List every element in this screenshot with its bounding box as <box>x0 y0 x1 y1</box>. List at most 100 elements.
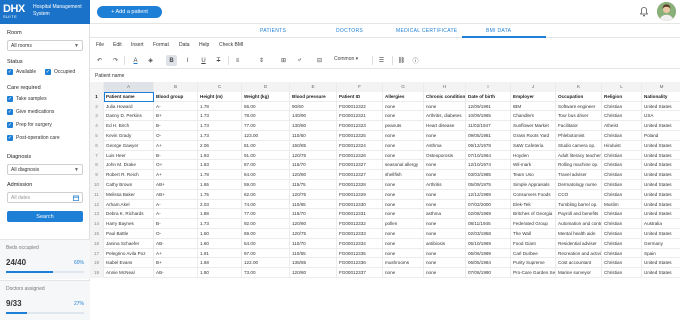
table-cell[interactable]: Sunflower Market <box>511 121 556 131</box>
table-cell[interactable]: 09/05/1981 <box>466 131 511 141</box>
table-cell[interactable]: Chandlers <box>511 111 556 122</box>
align-left-icon[interactable]: ≡ <box>232 55 243 66</box>
column-header[interactable]: Height (m) <box>198 91 242 102</box>
table-cell[interactable]: Arthritis, diabetes <box>424 111 466 122</box>
menu-data[interactable]: Data <box>179 42 190 48</box>
table-cell[interactable]: Purity Supreme <box>511 258 556 269</box>
table-cell[interactable]: Ed H. Birch <box>104 121 154 131</box>
spreadsheet-grid[interactable]: A B C D E F G H I J K L M 1 Patient name Blood group Hei… <box>90 82 680 320</box>
table-cell[interactable]: 62.00 <box>242 189 290 200</box>
table-cell[interactable]: FG00012327 <box>337 160 383 171</box>
column-header[interactable]: Blood group <box>154 91 198 102</box>
table-cell[interactable]: A+ <box>154 248 198 259</box>
table-cell[interactable]: A- <box>154 209 198 220</box>
select-all-corner[interactable] <box>90 82 104 92</box>
table-cell[interactable]: United States <box>642 160 680 170</box>
merge-cells-icon[interactable]: ⊞ <box>278 55 289 66</box>
column-header[interactable]: Chronic condition <box>424 91 466 102</box>
row-number[interactable]: 4 <box>90 121 104 131</box>
column-header[interactable]: Occupation <box>556 91 602 102</box>
status-occupied-checkbox[interactable]: ✓ Occupied <box>45 69 75 75</box>
table-cell[interactable]: Pro-Care Garden Services <box>511 268 556 278</box>
table-cell[interactable]: 1.88 <box>198 209 242 220</box>
table-cell[interactable]: 07/10/1964 <box>466 150 511 161</box>
table-cell[interactable]: CCO <box>556 189 602 200</box>
table-cell[interactable]: Spain <box>642 249 680 259</box>
table-cell[interactable]: Christian <box>602 219 642 229</box>
fill-color-icon[interactable]: ◈ <box>145 55 156 66</box>
table-cell[interactable]: AB- <box>154 268 198 278</box>
care-checkbox[interactable]: ✓ Post-operation care <box>7 135 60 141</box>
table-cell[interactable]: Debra K. Richards <box>104 209 154 220</box>
column-header[interactable]: Nationality <box>642 92 680 102</box>
table-cell[interactable]: asthma <box>424 209 466 220</box>
table-cell[interactable]: Germany <box>642 239 680 249</box>
table-cell[interactable]: B+ <box>154 111 198 122</box>
table-cell[interactable]: United States <box>642 200 680 210</box>
format-icon[interactable]: ⊟ <box>314 55 325 66</box>
table-cell[interactable]: Britches of Georgia <box>511 209 556 220</box>
table-cell[interactable]: Hoyden <box>511 150 556 161</box>
table-cell[interactable]: United States <box>642 121 680 131</box>
column-letter[interactable]: C <box>198 82 242 92</box>
table-cell[interactable]: FG00012332 <box>337 219 383 229</box>
table-cell[interactable]: 07/02/2000 <box>466 199 511 210</box>
table-cell[interactable]: 73.00 <box>242 268 290 278</box>
table-cell[interactable]: Federated Group <box>511 219 556 229</box>
menu-help[interactable]: Help <box>199 42 209 48</box>
column-letter[interactable]: K <box>556 82 602 92</box>
table-cell[interactable]: Christian <box>602 189 642 200</box>
column-header[interactable]: Patient ID <box>337 91 383 102</box>
table-cell[interactable]: Team Uso <box>511 170 556 180</box>
table-cell[interactable]: Muslim <box>602 199 642 210</box>
table-cell[interactable]: B+ <box>154 258 198 269</box>
table-cell[interactable]: none <box>424 189 466 200</box>
table-cell[interactable]: 05/10/1969 <box>466 238 511 249</box>
table-cell[interactable]: 110/65 <box>290 248 337 259</box>
table-cell[interactable]: none <box>383 248 424 259</box>
table-cell[interactable]: 07/06/1990 <box>466 268 511 278</box>
table-cell[interactable]: Christian <box>602 238 642 249</box>
table-cell[interactable]: Asthma <box>424 140 466 151</box>
table-cell[interactable]: Robert R. Reich <box>104 170 154 180</box>
table-cell[interactable]: Atheist <box>602 121 642 131</box>
table-cell[interactable]: FG00012335 <box>337 248 383 259</box>
table-cell[interactable]: none <box>424 229 466 239</box>
bell-icon[interactable] <box>640 7 648 17</box>
table-cell[interactable]: 77.00 <box>242 121 290 131</box>
table-cell[interactable]: 77.00 <box>242 209 290 220</box>
table-cell[interactable]: Christian <box>602 248 642 259</box>
table-cell[interactable]: none <box>424 258 466 269</box>
table-cell[interactable]: 2.06 <box>198 140 242 151</box>
table-cell[interactable]: none <box>383 268 424 278</box>
table-cell[interactable]: FG00012327 <box>337 170 383 180</box>
table-cell[interactable]: United States <box>642 268 680 278</box>
table-cell[interactable]: 97.00 <box>242 248 290 259</box>
table-cell[interactable]: United States <box>642 190 680 200</box>
table-cell[interactable]: Julia Howard <box>104 101 154 112</box>
table-cell[interactable]: Cost accountant <box>556 258 602 269</box>
column-header[interactable]: Date of birth <box>466 91 511 102</box>
table-cell[interactable]: B- <box>154 219 198 229</box>
table-cell[interactable]: Grass Roots Yard <box>511 131 556 141</box>
table-cell[interactable]: Paul Battle <box>104 229 154 239</box>
italic-icon[interactable]: I <box>182 55 193 66</box>
table-cell[interactable]: O+ <box>154 160 198 171</box>
table-cell[interactable]: FG00012326 <box>337 150 383 161</box>
table-cell[interactable]: Luis Heer <box>104 150 154 161</box>
row-number[interactable]: 17 <box>90 248 104 259</box>
table-cell[interactable]: Christian <box>602 209 642 220</box>
table-cell[interactable]: 1.83 <box>198 160 242 171</box>
table-cell[interactable]: 110/65 <box>290 199 337 210</box>
row-number[interactable]: 18 <box>90 258 104 269</box>
table-cell[interactable]: 120/80 <box>290 170 337 180</box>
table-cell[interactable]: B- <box>154 121 198 131</box>
table-cell[interactable]: A- <box>154 199 198 210</box>
table-cell[interactable]: FG00012330 <box>337 199 383 210</box>
column-letter[interactable]: E <box>290 82 337 92</box>
table-cell[interactable]: FG00012333 <box>337 229 383 239</box>
diagnosis-select[interactable]: All diagnosis ▼ <box>7 164 83 175</box>
table-cell[interactable]: Christian <box>602 160 642 171</box>
table-cell[interactable]: A- <box>154 101 198 112</box>
redo-icon[interactable]: ↷ <box>110 55 121 66</box>
